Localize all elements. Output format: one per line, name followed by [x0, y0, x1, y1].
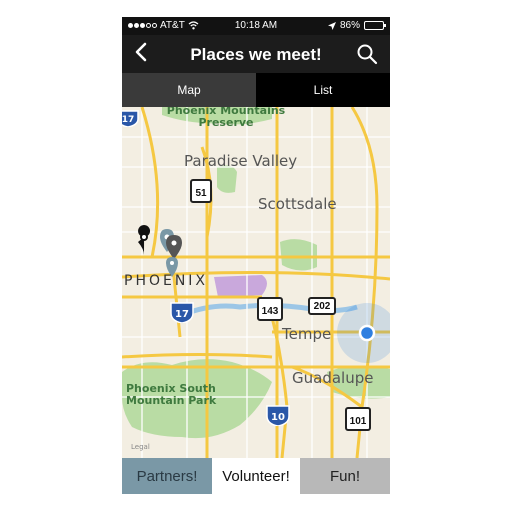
shield-label: 17: [175, 309, 189, 320]
map-label-phoenix-south-mountain-park: Phoenix South Mountain Park: [126, 382, 217, 407]
segment-map[interactable]: Map: [122, 73, 256, 107]
state-route-51-shield: 51: [190, 179, 212, 203]
tab-volunteer[interactable]: Volunteer!: [212, 458, 300, 494]
shield-label: 10: [271, 412, 285, 423]
status-bar: AT&T 10:18 AM 86%: [122, 17, 390, 35]
map-label-tempe: Tempe: [282, 325, 332, 343]
map-view[interactable]: 17 51 17 143 202 10 101 Phoenix Mountain…: [122, 107, 390, 458]
tab-fun[interactable]: Fun!: [300, 458, 390, 494]
battery-icon: [364, 21, 386, 30]
view-segmented-control: Map List: [122, 73, 390, 107]
map-pin-icon: [138, 225, 151, 255]
location-arrow-icon: [327, 21, 336, 30]
interstate-10-shield: 10: [266, 405, 290, 426]
map-label-guadalupe: Guadalupe: [292, 369, 374, 387]
tab-partners[interactable]: Partners!: [122, 458, 212, 494]
map-legal-link[interactable]: Legal: [131, 443, 150, 451]
search-button[interactable]: [356, 43, 378, 65]
airport-area: [214, 275, 267, 297]
map-label-phoenix-mountains-preserve: Phoenix Mountains Preserve: [166, 107, 286, 129]
map-label-phoenix: PHOENIX: [124, 273, 209, 289]
search-icon: [357, 44, 378, 65]
bottom-tab-bar: Partners! Volunteer! Fun!: [122, 458, 390, 494]
map-label-scottsdale: Scottsdale: [258, 195, 337, 213]
phone-screen: AT&T 10:18 AM 86% Places we meet! Map Li…: [122, 17, 390, 494]
status-right: 86%: [327, 20, 386, 31]
loop-202-shield: 202: [308, 297, 336, 315]
interstate-17-shield: 17: [170, 302, 194, 323]
interstate-17-shield: 17: [122, 110, 139, 127]
map-label-paradise-valley: Paradise Valley: [184, 152, 298, 170]
current-location-dot: [358, 324, 376, 342]
map-pin-icon: [166, 235, 182, 259]
battery-percent: 86%: [339, 20, 360, 31]
state-route-143-shield: 143: [257, 297, 283, 321]
shield-label: 17: [122, 115, 134, 125]
page-title: Places we meet!: [190, 45, 322, 64]
loop-101-shield: 101: [345, 407, 371, 431]
navigation-bar: Places we meet!: [122, 35, 390, 73]
segment-list[interactable]: List: [256, 73, 390, 107]
